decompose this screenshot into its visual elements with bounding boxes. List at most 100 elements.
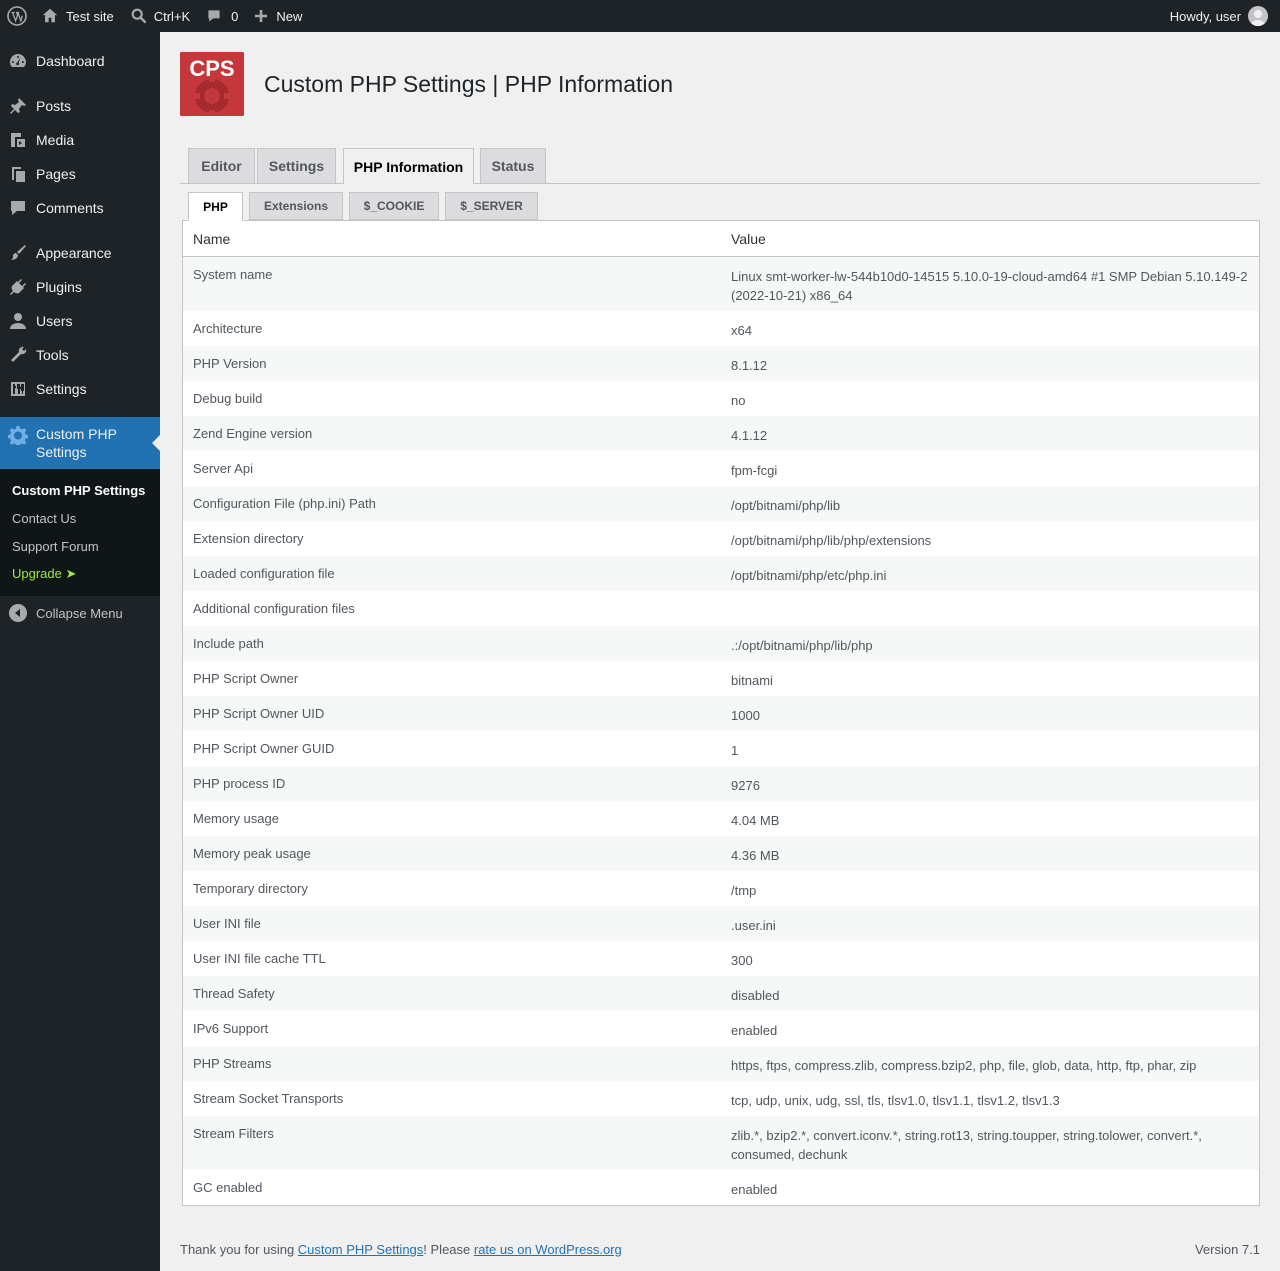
subtab-cookie[interactable]: $_COOKIE: [349, 192, 439, 220]
new-content-button[interactable]: New: [246, 0, 310, 32]
row-name: PHP Version: [193, 356, 267, 371]
row-name: Memory usage: [193, 811, 279, 826]
row-value: 4.36 MB: [731, 848, 780, 863]
table-row: PHP Script Owner UID 1000: [183, 696, 1259, 731]
footer-prefix: Thank you for using: [180, 1242, 298, 1257]
account-menu[interactable]: Howdy, user: [1162, 0, 1280, 32]
logo-text: CPS: [189, 56, 235, 81]
user-icon: [8, 311, 28, 331]
row-name: PHP Streams: [193, 1056, 272, 1071]
row-name: Memory peak usage: [193, 846, 311, 861]
menu-item-users[interactable]: Users: [0, 304, 160, 338]
row-value: /opt/bitnami/php/lib/php/extensions: [731, 533, 932, 548]
submenu-item-support-forum[interactable]: Support Forum: [0, 532, 160, 560]
table-row: PHP process ID 9276: [183, 766, 1259, 801]
menu-label: Custom PHP Settings: [36, 426, 117, 460]
wordpress-logo-icon[interactable]: [1, 0, 33, 32]
table-row: PHP Streams https, ftps, compress.zlib, c…: [183, 1046, 1259, 1081]
page-title: Custom PHP Settings | PHP Information: [264, 70, 674, 97]
row-value: Linux smt-worker-lw-544b10d0-14515 5.10.…: [731, 269, 1248, 303]
menu-item-media[interactable]: Media: [0, 123, 160, 157]
version-label: Version 7.1: [1194, 1242, 1260, 1257]
avatar: [1248, 6, 1268, 26]
menu-item-comments[interactable]: Comments: [0, 191, 160, 225]
wrench-icon: [8, 345, 28, 365]
row-value: 1000: [731, 708, 760, 723]
row-name: Architecture: [193, 321, 263, 336]
menu-item-plugins[interactable]: Plugins: [0, 270, 160, 304]
menu-item-tools[interactable]: Tools: [0, 338, 160, 372]
row-name: Thread Safety: [193, 986, 275, 1001]
subtab-php[interactable]: PHP: [188, 192, 243, 221]
row-name: Server Api: [193, 461, 253, 476]
submenu-item-custom-php-settings[interactable]: Custom PHP Settings: [0, 476, 160, 504]
row-name: System name: [193, 267, 273, 282]
row-value: /opt/bitnami/php/lib: [731, 498, 841, 513]
admin-bar: Test site Ctrl+K 0 New Howdy, user: [0, 0, 1280, 32]
row-value: zlib.*, bzip2.*, convert.iconv.*, string…: [731, 1128, 1202, 1162]
menu-label: Settings: [36, 381, 87, 397]
table-row: Debug build no: [183, 381, 1259, 416]
menu-label: Tools: [36, 347, 69, 363]
comments-link[interactable]: 0: [198, 0, 246, 32]
menu-label: Appearance: [36, 245, 112, 261]
menu-item-custom-php-settings[interactable]: Custom PHP Settings: [0, 417, 160, 469]
menu-label: Dashboard: [36, 53, 105, 69]
table-row: User INI file .user.ini: [183, 906, 1259, 941]
command-search-button[interactable]: Ctrl+K: [122, 0, 198, 32]
menu-item-pages[interactable]: Pages: [0, 157, 160, 191]
menu-item-posts[interactable]: Posts: [0, 89, 160, 123]
row-name: Extension directory: [193, 531, 304, 546]
tab-status[interactable]: Status: [480, 148, 546, 184]
collapse-arrow-icon: [9, 604, 27, 622]
row-name: Loaded configuration file: [193, 566, 335, 581]
table-row: GC enabled enabled: [183, 1170, 1259, 1205]
column-header-name: Name: [193, 230, 231, 247]
plugin-link[interactable]: Custom PHP Settings: [298, 1242, 423, 1257]
howdy-label: Howdy, user: [1169, 8, 1241, 24]
table-body: System name Linux smt-worker-lw-544b10d0-…: [183, 257, 1259, 1205]
table-row: Thread Safety disabled: [183, 976, 1259, 1011]
row-name: User INI file: [193, 916, 261, 931]
tab-php-information[interactable]: PHP Information: [343, 148, 474, 185]
table-row: Loaded configuration file/opt/bitnami/ph…: [183, 556, 1259, 591]
row-name: Configuration File (php.ini) Path: [193, 496, 376, 511]
submenu-item-upgrade[interactable]: Upgrade ➤: [0, 560, 160, 588]
media-icon: [8, 130, 28, 150]
row-name: PHP process ID: [193, 776, 286, 791]
subtab-extensions[interactable]: Extensions: [249, 192, 343, 220]
menu-label: Pages: [36, 166, 76, 182]
search-shortcut-label: Ctrl+K: [153, 8, 191, 24]
php-info-table: Name Value System name Linux smt-worker-l…: [182, 220, 1260, 1206]
comment-icon: [8, 198, 28, 218]
row-value: 8.1.12: [731, 358, 768, 373]
row-value: bitnami: [731, 673, 773, 688]
collapse-menu-button[interactable]: Collapse Menu: [0, 596, 160, 630]
row-value: .user.ini: [731, 918, 776, 933]
row-value: disabled: [731, 988, 780, 1003]
menu-item-dashboard[interactable]: Dashboard: [0, 44, 160, 78]
site-name-link[interactable]: Test site: [33, 0, 122, 32]
menu-item-settings[interactable]: Settings: [0, 372, 160, 406]
tab-editor[interactable]: Editor: [188, 148, 255, 184]
subtab-server[interactable]: $_SERVER: [445, 192, 538, 220]
row-value: 4.1.12: [731, 428, 768, 443]
plus-icon: [254, 9, 268, 23]
table-row: Zend Engine version 4.1.12: [183, 416, 1259, 451]
table-row: Memory usage 4.04 MB: [183, 801, 1259, 836]
rate-link[interactable]: rate us on WordPress.org: [474, 1242, 622, 1257]
row-name: PHP Script Owner GUID: [193, 741, 335, 756]
column-header-value: Value: [731, 230, 766, 247]
gear-icon: [8, 425, 28, 445]
table-row: Stream Socket Transports tcp, udp, unix, …: [183, 1081, 1259, 1116]
tab-settings[interactable]: Settings: [257, 148, 336, 184]
row-value: x64: [731, 323, 752, 338]
row-value: /opt/bitnami/php/etc/php.ini: [731, 568, 887, 583]
submenu-item-contact-us[interactable]: Contact Us: [0, 504, 160, 532]
row-name: Stream Filters: [193, 1126, 274, 1141]
row-value: no: [731, 393, 746, 408]
menu-item-appearance[interactable]: Appearance: [0, 236, 160, 270]
admin-sidebar: Dashboard Posts Media Pages Comments App…: [0, 32, 160, 1271]
page-header: CPS Custom PHP Settings | PHP Informatio…: [180, 52, 673, 116]
table-row: Configuration File (php.ini) Path/opt/bi…: [183, 486, 1259, 521]
